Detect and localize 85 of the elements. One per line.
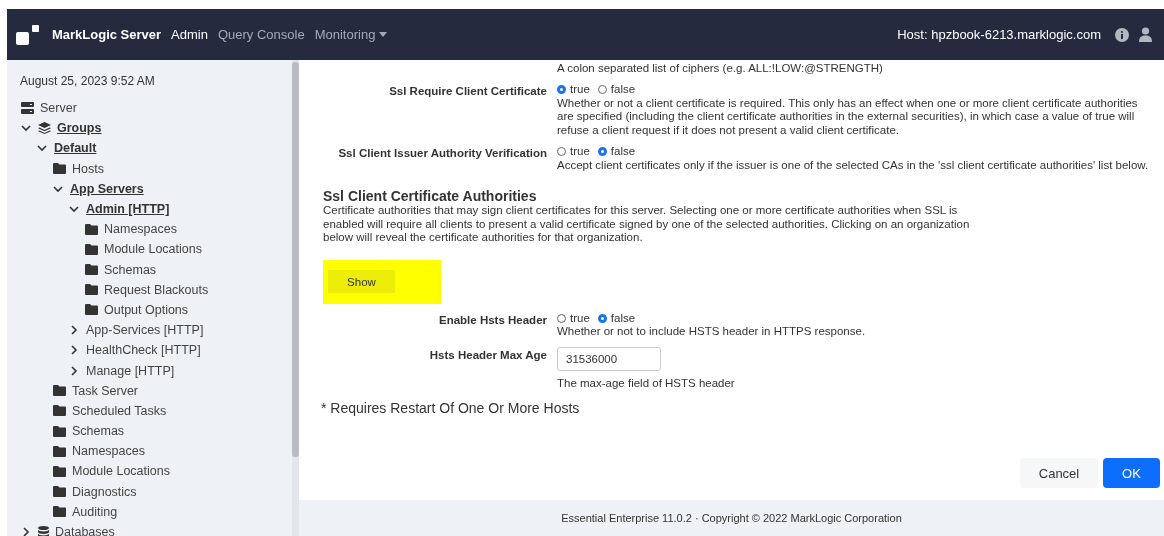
radio-button[interactable] bbox=[597, 313, 607, 323]
tree-item[interactable]: Namespaces bbox=[72, 444, 145, 459]
server-icon bbox=[21, 102, 34, 115]
nav-link[interactable]: Admin bbox=[171, 27, 208, 42]
setting-label: Hsts Header Max Age bbox=[428, 347, 548, 363]
show-button[interactable]: Show bbox=[328, 270, 395, 293]
setting-description: A colon separated list of ciphers (e.g. ALL:!LOW:@STRENGTH) bbox=[557, 62, 883, 75]
folder-icon bbox=[85, 284, 98, 296]
host-name: Host: hpzbook-6213.marklogic.com bbox=[897, 27, 1101, 42]
number-field[interactable]: 31536000 bbox=[557, 346, 661, 371]
radio-label: false bbox=[610, 311, 636, 325]
tree-item[interactable]: App-Services [HTTP] bbox=[86, 323, 204, 338]
tree-item[interactable]: Auditing bbox=[72, 504, 118, 519]
chevron-icon[interactable] bbox=[53, 183, 63, 194]
chevron-icon[interactable] bbox=[37, 143, 47, 154]
tree-item[interactable]: HealthCheck [HTTP] bbox=[86, 343, 201, 358]
tree-item[interactable]: Default bbox=[54, 141, 97, 156]
tree-item[interactable]: Groups bbox=[57, 121, 102, 136]
folder-icon bbox=[85, 223, 98, 235]
setting-label: Ssl Require Client Certificate bbox=[388, 84, 548, 99]
folder-icon bbox=[53, 506, 66, 518]
folder-icon bbox=[53, 465, 66, 477]
tree-item[interactable]: Output Options bbox=[104, 302, 189, 317]
radio-label: false bbox=[610, 83, 636, 97]
user-icon[interactable] bbox=[1139, 27, 1152, 42]
tree-item[interactable]: Manage [HTTP] bbox=[86, 363, 175, 378]
radio-label: false bbox=[610, 145, 636, 159]
chevron-icon[interactable] bbox=[69, 345, 79, 356]
date-text: August 25, 2023 9:52 AM bbox=[19, 74, 156, 88]
radio-button[interactable] bbox=[557, 147, 566, 157]
ok-button[interactable]: OK bbox=[1103, 458, 1160, 488]
database-icon bbox=[38, 526, 49, 536]
nav-link[interactable]: Query Console bbox=[217, 27, 305, 42]
radio-label: true bbox=[570, 311, 590, 325]
folder-icon bbox=[85, 304, 98, 316]
tree-item[interactable]: Server bbox=[40, 101, 77, 116]
tree-item[interactable]: App Servers bbox=[70, 181, 144, 196]
logo-icon bbox=[16, 22, 40, 47]
chevron-icon[interactable] bbox=[69, 365, 79, 376]
tree-item[interactable]: Namespaces bbox=[104, 222, 177, 237]
setting-description: The max-age field of HSTS header bbox=[557, 376, 736, 390]
folder-icon bbox=[85, 264, 98, 276]
radio-button[interactable] bbox=[557, 85, 566, 95]
tree-item[interactable]: Schemas bbox=[104, 262, 157, 277]
scrollbar[interactable] bbox=[292, 60, 299, 536]
folder-icon bbox=[53, 385, 66, 397]
folder-icon bbox=[85, 243, 98, 255]
info-icon[interactable] bbox=[1115, 27, 1129, 42]
folder-icon bbox=[53, 425, 66, 437]
section-title: Ssl Client Certificate Authorities bbox=[323, 188, 538, 204]
footnote-text: * Requires Restart Of One Or More Hosts bbox=[321, 400, 581, 416]
chevron-icon[interactable] bbox=[21, 123, 31, 134]
folder-icon bbox=[53, 486, 66, 498]
radio-label: true bbox=[570, 83, 590, 97]
setting-label: Ssl Client Issuer Authority Verification bbox=[337, 146, 548, 161]
tree-item[interactable]: Module Locations bbox=[72, 464, 170, 479]
layers-icon bbox=[38, 122, 51, 135]
folder-icon bbox=[53, 163, 66, 175]
cancel-button[interactable]: Cancel bbox=[1020, 458, 1098, 488]
brand-name[interactable]: MarkLogic Server bbox=[52, 27, 162, 42]
folder-icon bbox=[53, 405, 66, 417]
radio-label: true bbox=[570, 145, 590, 159]
chevron-icon[interactable] bbox=[69, 204, 79, 215]
setting-description: Whether or not to include HSTS header in HTTPS response. bbox=[557, 325, 867, 339]
section-description: Certificate authorities that may sign client certificates for this server. Selecting one or more certificate authorities when SSL is enabled will require all clients to present a valid certificate signed by one of the selected authorities. Clicking on an organization below will reveal the certificate authorities for that organization. bbox=[323, 204, 971, 245]
nav-link[interactable]: Monitoring bbox=[314, 27, 388, 42]
folder-icon bbox=[53, 445, 66, 457]
tree-item[interactable]: Request Blackouts bbox=[104, 282, 209, 297]
setting-description: Accept client certificates only if the issuer is one of the selected CAs in the 'ssl client certificate authorities' list below. bbox=[557, 158, 1149, 172]
chevron-icon[interactable] bbox=[69, 325, 79, 336]
copyright-text: Essential Enterprise 11.0.2 · Copyright © 2022 MarkLogic Corporation bbox=[561, 512, 902, 524]
tree-item[interactable]: Diagnostics bbox=[72, 484, 137, 499]
setting-label: Enable Hsts Header bbox=[438, 312, 548, 328]
setting-description: Whether or not a client certificate is required. This only has an effect when one or more client certificate authorities are specified (including the client certificate authorities in the external securities), in which case a value of true will refuse a client request if it does not present a valid client certificate. bbox=[557, 96, 1139, 137]
tree-item[interactable]: Task Server bbox=[72, 383, 138, 398]
tree-item[interactable]: Schemas bbox=[72, 424, 125, 439]
radio-button[interactable] bbox=[557, 313, 566, 323]
chevron-icon[interactable] bbox=[21, 527, 31, 536]
radio-button[interactable] bbox=[597, 85, 607, 95]
tree-item[interactable]: Admin [HTTP] bbox=[86, 202, 170, 217]
tree-item[interactable]: Databases bbox=[55, 525, 115, 536]
radio-button[interactable] bbox=[597, 147, 607, 157]
tree-item[interactable]: Hosts bbox=[72, 161, 104, 176]
tree-item[interactable]: Scheduled Tasks bbox=[72, 403, 167, 418]
tree-item[interactable]: Module Locations bbox=[104, 242, 202, 257]
